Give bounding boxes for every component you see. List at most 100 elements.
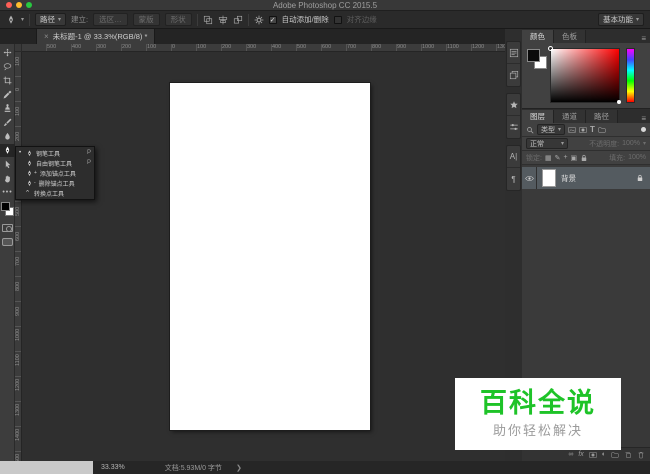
ruler-left-label: 1000 [15, 329, 21, 341]
tools-panel: ••• [0, 44, 15, 461]
ruler-top-label: 400 [72, 44, 81, 50]
tool-preset-caret-icon[interactable]: ▾ [21, 16, 24, 23]
link-layers-icon[interactable]: ∞ [568, 451, 573, 458]
layer-thumbnail[interactable] [542, 169, 556, 187]
path-selection-tool[interactable] [0, 158, 15, 171]
status-options-icon[interactable]: ❯ [236, 464, 242, 472]
path-operations-icon[interactable] [203, 15, 213, 25]
convert-point-icon: ⌃ [24, 189, 31, 197]
brush-tool[interactable] [0, 116, 15, 129]
ruler-top-label: 300 [97, 44, 106, 50]
new-layer-icon[interactable] [624, 451, 632, 459]
hue-slider[interactable] [626, 48, 635, 103]
canvas-area[interactable] [22, 52, 505, 461]
lasso-tool[interactable] [0, 60, 15, 73]
zoom-level-field[interactable]: 33.33% [101, 464, 125, 471]
ruler-top-label: 400 [272, 44, 281, 50]
quick-mask-button[interactable] [2, 224, 13, 232]
blend-mode-select[interactable]: 正常 ▾ [526, 138, 568, 149]
color-picker-dot[interactable] [617, 100, 621, 104]
clone-stamp-tool[interactable] [0, 102, 15, 115]
saturation-brightness-field[interactable] [550, 48, 620, 103]
filter-shape-icon[interactable] [598, 126, 606, 134]
new-group-icon[interactable] [611, 451, 619, 459]
adjustment-layer-icon[interactable]: ◐ [602, 451, 606, 458]
move-tool[interactable] [0, 46, 15, 59]
fill-value[interactable]: 100% [628, 154, 646, 161]
crop-tool[interactable] [0, 74, 15, 87]
make-mask-button[interactable]: 蒙版 [133, 13, 160, 26]
paragraph-panel-icon[interactable]: ¶ [507, 168, 520, 190]
foreground-color-swatch[interactable] [1, 202, 10, 211]
tab-swatches[interactable]: 色板 [554, 30, 586, 43]
menu-item-pen-tool[interactable]: • 钢笔工具 P [16, 148, 94, 158]
lock-artboard-icon[interactable]: ▣ [571, 154, 578, 162]
adjustments-panel-icon[interactable] [507, 116, 520, 138]
foreground-color-swatch[interactable] [527, 49, 540, 62]
menu-item-delete-anchor-tool[interactable]: - 删除锚点工具 [16, 178, 94, 188]
ruler-top: 5004003002001000100200300400500600700800… [22, 44, 505, 52]
filter-type-icon[interactable]: T [590, 125, 595, 134]
ruler-top-label: 800 [372, 44, 381, 50]
visibility-eye-icon[interactable] [522, 167, 537, 189]
filter-type-select[interactable]: 类型 ▾ [537, 124, 565, 135]
panel-menu-icon[interactable]: ≡ [641, 114, 650, 123]
screen-mode-button[interactable] [2, 238, 13, 246]
pen-tool-flyout-menu: • 钢笔工具 P 自由钢笔工具 P + 添加锚点工具 - 删除锚点工具 ⌃ 转换… [15, 146, 95, 200]
color-picker-ring[interactable] [548, 46, 553, 51]
ruler-top-label: 600 [322, 44, 331, 50]
document-tab[interactable]: × 未标题-1 @ 33.3%(RGB/8) * [36, 29, 155, 44]
add-mask-icon[interactable] [589, 451, 597, 459]
color-panel-tabs: 颜色 色板 ≡ [522, 29, 650, 43]
path-arrangement-icon[interactable] [233, 15, 243, 25]
eyedropper-tool[interactable] [0, 88, 15, 101]
chevron-down-icon: ▾ [643, 140, 646, 147]
pen-tool[interactable] [0, 144, 15, 157]
workspace-select[interactable]: 基本功能 ▾ [598, 13, 644, 26]
layer-row-background[interactable]: 背景 [522, 167, 650, 189]
tab-channels[interactable]: 通道 [554, 110, 586, 123]
document-canvas[interactable] [170, 83, 370, 430]
filter-pixel-icon[interactable] [568, 126, 576, 134]
filter-adjustment-icon[interactable] [579, 126, 587, 134]
lock-position-icon[interactable]: + [563, 154, 567, 161]
character-panel-icon[interactable]: A| [507, 146, 520, 168]
panel-menu-icon[interactable]: ≡ [641, 34, 650, 43]
libraries-panel-icon[interactable] [507, 64, 520, 86]
auto-add-delete-checkbox[interactable]: ✓ [269, 16, 277, 24]
color-panel-swatches[interactable] [527, 49, 547, 69]
color-panel-body [522, 43, 650, 109]
close-tab-icon[interactable]: × [44, 32, 49, 41]
make-shape-button[interactable]: 形状 [165, 13, 192, 26]
lock-paint-icon[interactable]: ✎ [555, 154, 561, 162]
path-alignment-icon[interactable] [218, 15, 228, 25]
watermark-overlay: 百科全说 助你轻松解决 [455, 378, 621, 450]
tab-layers[interactable]: 图层 [522, 110, 554, 123]
opacity-value[interactable]: 100% [622, 140, 640, 147]
delete-layer-icon[interactable] [637, 451, 645, 459]
menu-item-freeform-pen-tool[interactable]: 自由钢笔工具 P [16, 158, 94, 168]
make-selection-button[interactable]: 选区… [93, 13, 128, 26]
align-edges-checkbox[interactable] [334, 16, 342, 24]
styles-panel-icon[interactable] [507, 94, 520, 116]
hand-tool[interactable] [0, 172, 15, 185]
ruler-left-label: 100 [15, 107, 21, 116]
delete-anchor-pen-icon [26, 180, 33, 187]
tool-preset-pen-icon[interactable] [6, 15, 16, 25]
ruler-left-label: 800 [15, 282, 21, 291]
menu-item-add-anchor-tool[interactable]: + 添加锚点工具 [16, 168, 94, 178]
ruler-left-label: 1500 [15, 454, 21, 461]
tab-paths[interactable]: 路径 [586, 110, 618, 123]
history-panel-icon[interactable] [507, 42, 520, 64]
pen-mode-select[interactable]: 路径 ▾ [35, 13, 66, 26]
gear-icon[interactable] [254, 15, 264, 25]
edit-toolbar-button[interactable]: ••• [0, 186, 15, 199]
blur-tool[interactable] [0, 130, 15, 143]
lock-transparent-icon[interactable]: ▦ [545, 154, 552, 162]
lock-all-icon[interactable] [580, 154, 588, 162]
foreground-background-swatches[interactable] [1, 202, 14, 216]
tab-color[interactable]: 颜色 [522, 30, 554, 43]
layer-style-fx-icon[interactable]: fx [578, 451, 583, 458]
filter-toggle-icon[interactable] [641, 127, 646, 132]
menu-item-convert-point-tool[interactable]: ⌃ 转换点工具 [16, 188, 94, 198]
